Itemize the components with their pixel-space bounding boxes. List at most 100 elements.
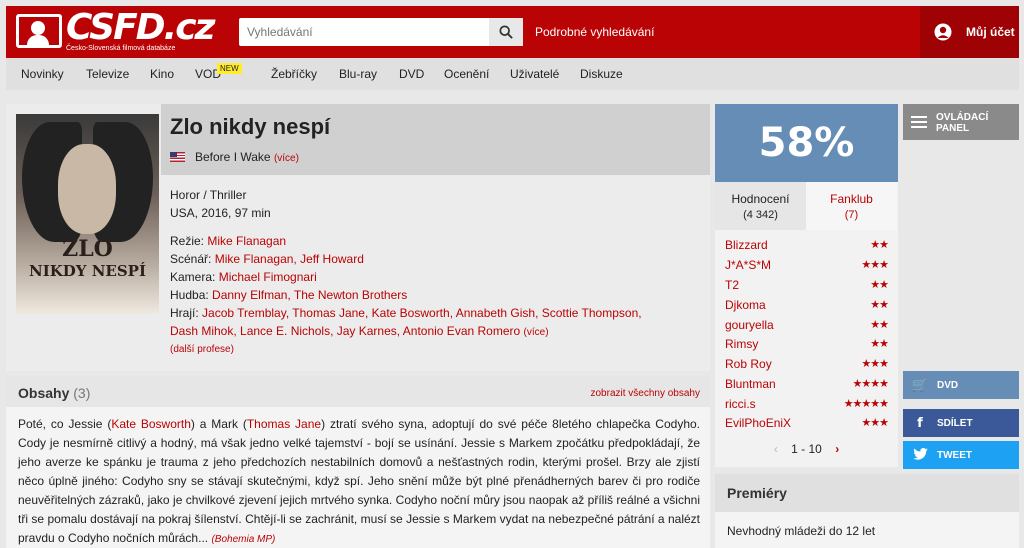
user-link[interactable]: Rob Roy [725, 357, 772, 371]
tab-ratings-label: Hodnocení [731, 192, 790, 206]
music-link[interactable]: Danny Elfman, The Newton Brothers [212, 288, 407, 302]
dvd-button[interactable]: 🛒 DVD [903, 371, 1019, 399]
plot-count: (3) [73, 385, 91, 401]
user-icon [934, 23, 952, 41]
chevron-left-icon[interactable]: ‹ [774, 442, 778, 456]
director-link[interactable]: Mike Flanagan [207, 234, 286, 248]
user-link[interactable]: T2 [725, 278, 739, 292]
tab-ratings-count: (4 342) [743, 209, 778, 221]
nav-item-uzivatele[interactable]: Uživatelé [510, 67, 559, 81]
nav-item-vod[interactable]: VOD NEW [195, 63, 242, 81]
poster-face [58, 144, 116, 234]
nav-item-bluray[interactable]: Blu-ray [339, 67, 377, 81]
plot-title-text: Obsahy [18, 385, 70, 401]
user-link[interactable]: EvilPhoEniX [725, 416, 791, 430]
tweet-label: TWEET [937, 449, 972, 461]
credit-label: Hudba: [170, 288, 209, 302]
user-rating-row: J*A*S*M ★★★ [725, 258, 889, 278]
plot-source[interactable]: (Bohemia MP) [211, 534, 275, 545]
cast-more-link[interactable]: (více) [524, 327, 549, 338]
nav-item-novinky[interactable]: Novinky [21, 67, 64, 81]
user-rating-row: Rob Roy ★★★ [725, 357, 889, 377]
rating-panel: 58% Hodnocení (4 342) Fanklub (7) Blizza… [715, 104, 898, 467]
user-link[interactable]: Blizzard [725, 238, 768, 252]
actor-link[interactable]: Kate Bosworth [111, 417, 191, 431]
user-link[interactable]: Bluntman [725, 377, 776, 391]
pager-range: 1 - 10 [791, 442, 822, 456]
star-rating-icon: ★★★★ [852, 378, 889, 390]
user-link[interactable]: gouryella [725, 318, 774, 332]
cast-link[interactable]: Dash Mihok, Lance E. Nichols, Jay Karnes… [170, 324, 520, 338]
chevron-right-icon[interactable]: › [835, 442, 839, 456]
original-title: Before I Wake (více) [195, 150, 299, 164]
search-input[interactable] [239, 18, 489, 46]
search-button[interactable] [489, 18, 523, 46]
camera-link[interactable]: Michael Fimognari [219, 270, 317, 284]
search-box [239, 18, 523, 46]
credit-director: Režie: Mike Flanagan [170, 232, 690, 250]
control-panel-button[interactable]: OVLÁDACÍ PANEL [903, 104, 1019, 140]
user-link[interactable]: Rimsy [725, 337, 758, 351]
credit-label: Kamera: [170, 270, 216, 284]
tweet-button[interactable]: TWEET [903, 441, 1019, 469]
plot-header: Obsahy (3) zobrazit všechny obsahy [6, 377, 710, 407]
premiere-section: Premiéry Nevhodný mládeži do 12 let [715, 474, 1019, 548]
hamburger-icon [911, 116, 927, 128]
user-link[interactable]: Djkoma [725, 298, 766, 312]
actor-link[interactable]: Thomas Jane [247, 417, 321, 431]
writers-link[interactable]: Mike Flanagan, Jeff Howard [215, 252, 364, 266]
account-button[interactable]: Můj účet [920, 6, 1019, 58]
nav-item-oceneni[interactable]: Ocenění [444, 67, 489, 81]
plot-text-part: ) ztratí svého syna, adoptují do své péč… [18, 417, 700, 545]
csfd-logo[interactable]: CSFD.cz Česko-Slovenská filmová databáze [16, 7, 216, 53]
nav-item-zebricky[interactable]: Žebříčky [271, 67, 317, 81]
film-info: ZLO NIKDY NESPÍ Zlo nikdy nespí Before I… [6, 104, 710, 371]
user-rating-row: Bluntman ★★★★ [725, 377, 889, 397]
main-nav: Novinky Televize Kino VOD NEW Žebříčky B… [6, 58, 1019, 90]
tab-fanclub-label: Fanklub [830, 192, 873, 206]
film-title: Zlo nikdy nespí [170, 114, 331, 139]
usa-flag-icon [170, 152, 185, 162]
credit-music: Hudba: Danny Elfman, The Newton Brothers [170, 286, 690, 304]
star-rating-icon: ★★ [870, 239, 889, 251]
film-genre: Horor / Thriller [170, 188, 247, 202]
credit-camera: Kamera: Michael Fimognari [170, 268, 690, 286]
plot-text-part: Poté, co Jessie ( [18, 417, 112, 431]
nav-item-dvd[interactable]: DVD [399, 67, 424, 81]
cart-icon: 🛒 [911, 377, 929, 392]
nav-item-kino[interactable]: Kino [150, 67, 174, 81]
film-poster[interactable]: ZLO NIKDY NESPÍ [16, 114, 159, 314]
other-professions-link[interactable]: (další profese) [170, 344, 234, 355]
rating-pager: ‹ 1 - 10 › [715, 442, 898, 456]
logo-subtitle: Česko-Slovenská filmová databáze [66, 45, 176, 52]
user-rating-row: gouryella ★★ [725, 318, 889, 338]
credit-label: Scénář: [170, 252, 212, 266]
dvd-label: DVD [937, 379, 959, 391]
poster-title: ZLO NIKDY NESPÍ [16, 238, 159, 282]
credit-label: Režie: [170, 234, 205, 248]
original-title-more-link[interactable]: (více) [274, 153, 299, 164]
cast-link[interactable]: Jacob Tremblay, Thomas Jane, Kate Boswor… [202, 306, 642, 320]
facebook-share-button[interactable]: f SDÍLET [903, 409, 1019, 437]
nav-item-diskuze[interactable]: Diskuze [580, 67, 623, 81]
star-rating-icon: ★★ [870, 338, 889, 350]
show-all-plots-link[interactable]: zobrazit všechny obsahy [590, 388, 700, 399]
user-link[interactable]: ricci.s [725, 397, 756, 411]
tab-fanclub[interactable]: Fanklub (7) [806, 182, 897, 230]
tab-fanclub-count: (7) [844, 209, 859, 221]
premiere-title: Premiéry [715, 474, 1019, 512]
tab-ratings[interactable]: Hodnocení (4 342) [715, 182, 806, 230]
user-rating-row: T2 ★★ [725, 278, 889, 298]
star-rating-icon: ★★ [870, 319, 889, 331]
user-rating-row: Djkoma ★★ [725, 298, 889, 318]
plot-text: Poté, co Jessie (Kate Bosworth) a Mark (… [18, 415, 700, 548]
credit-cast: Hrají: Jacob Tremblay, Thomas Jane, Kate… [170, 304, 690, 342]
search-icon [499, 25, 513, 39]
star-rating-icon: ★★ [870, 279, 889, 291]
plot-section: Obsahy (3) zobrazit všechny obsahy Poté,… [6, 377, 710, 548]
user-link[interactable]: J*A*S*M [725, 258, 771, 272]
advanced-search-link[interactable]: Podrobné vyhledávání [535, 25, 654, 39]
nav-item-televize[interactable]: Televize [86, 67, 129, 81]
star-rating-icon: ★★ [870, 299, 889, 311]
age-rating: Nevhodný mládeži do 12 let [727, 524, 876, 538]
